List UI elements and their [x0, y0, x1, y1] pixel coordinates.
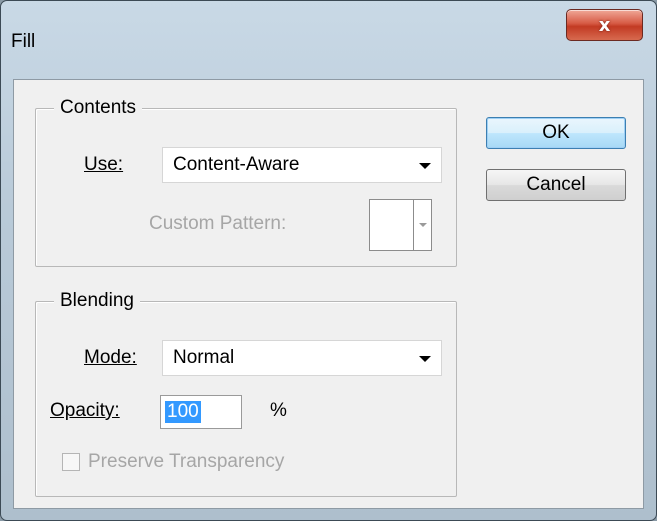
chevron-down-icon [419, 223, 427, 227]
opacity-input[interactable]: 100 [160, 395, 242, 429]
opacity-value: 100 [165, 401, 201, 423]
pattern-divider [413, 200, 414, 250]
custom-pattern-label: Custom Pattern: [149, 213, 287, 234]
use-select[interactable]: Content-Aware [162, 147, 442, 183]
window-title: Fill [11, 31, 36, 52]
blending-group: Blending Mode: Normal Opacity: 100 % Pre… [35, 289, 457, 497]
opacity-unit: % [270, 400, 287, 421]
mode-select[interactable]: Normal [162, 340, 442, 376]
fill-dialog: Fill x Contents Use: Content-Aware Custo… [0, 0, 657, 521]
title-bar[interactable]: Fill x [1, 1, 656, 79]
close-icon: x [598, 14, 611, 36]
dialog-body: Contents Use: Content-Aware Custom Patte… [13, 79, 644, 509]
contents-group: Contents Use: Content-Aware Custom Patte… [35, 96, 457, 267]
use-label: Use: [84, 153, 123, 177]
preserve-transparency-checkbox[interactable] [62, 453, 80, 471]
mode-value: Normal [173, 347, 235, 368]
cancel-label: Cancel [526, 174, 586, 195]
preserve-transparency-label: Preserve Transparency [88, 451, 285, 472]
custom-pattern-picker[interactable] [369, 199, 432, 251]
cancel-button[interactable]: Cancel [486, 169, 626, 201]
ok-label: OK [542, 122, 570, 143]
mode-label: Mode: [84, 346, 137, 370]
use-value: Content-Aware [173, 154, 300, 175]
blending-legend: Blending [54, 289, 140, 313]
opacity-label: Opacity: [50, 399, 120, 423]
chevron-down-icon [419, 163, 431, 169]
ok-button[interactable]: OK [486, 117, 626, 149]
use-label-text: Use: [84, 154, 124, 175]
close-button[interactable]: x [566, 9, 643, 41]
mode-label-text: Mode: [84, 347, 137, 368]
chevron-down-icon [419, 356, 431, 362]
opacity-label-text: Opacity: [50, 400, 120, 421]
contents-legend: Contents [54, 96, 143, 120]
